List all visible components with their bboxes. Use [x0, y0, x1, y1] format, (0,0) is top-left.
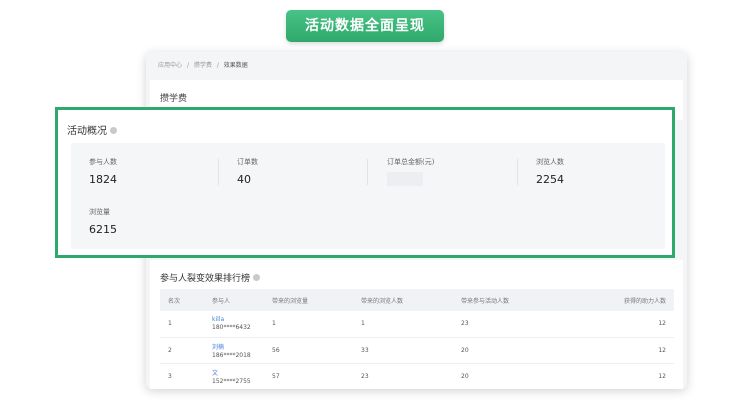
breadcrumb-current: 效果数据: [223, 62, 248, 69]
participant-name-link[interactable]: killa: [212, 316, 264, 323]
column-header-participant: 参与人: [204, 289, 264, 311]
cell-views: 1: [264, 311, 353, 338]
cell-helpers: 12: [563, 311, 674, 338]
participant-name-link[interactable]: 刘楠: [212, 342, 264, 351]
column-header-participants: 带来参与活动人数: [453, 289, 563, 311]
info-icon[interactable]: [110, 126, 117, 134]
feature-banner: 活动数据全面呈现: [286, 10, 444, 42]
cell-visitors: 23: [353, 363, 453, 389]
stat-orders: 订单数 40: [237, 157, 258, 186]
participant-phone: 152****2755: [212, 377, 251, 385]
breadcrumb: 应用中心 / 攒学费 / 效果数据: [158, 60, 251, 69]
table-row: 2 刘楠 186****2018 56 33 20 12: [160, 337, 674, 364]
cell-rank: 3: [160, 363, 204, 389]
cell-rank: 2: [160, 337, 204, 364]
table-row: 3 文 152****2755 57 23 20 12: [160, 363, 674, 389]
ranking-card: 参与人裂变效果排行榜 名次 参与人 带来的浏览量 带来的浏览人数 带来参与活动人…: [150, 260, 683, 389]
cell-helpers: 12: [563, 337, 674, 364]
breadcrumb-separator: /: [186, 62, 189, 69]
cell-visitors: 1: [353, 311, 453, 338]
cell-views: 57: [264, 363, 353, 389]
cell-helpers: 12: [563, 363, 674, 389]
ranking-table: 名次 参与人 带来的浏览量 带来的浏览人数 带来参与活动人数 获得的助力人数 1…: [160, 289, 674, 389]
stat-divider: [218, 159, 219, 185]
breadcrumb-app-center[interactable]: 应用中心: [158, 62, 182, 69]
cell-participants: 20: [453, 337, 563, 364]
stat-divider: [517, 159, 518, 185]
column-header-rank: 名次: [160, 289, 204, 311]
screenshot-stage: 活动数据全面呈现 应用中心 / 攒学费 / 效果数据 攒学费 参与人裂变效果排行…: [0, 0, 730, 411]
stat-pageviews: 浏览量 6215: [89, 207, 117, 236]
stat-value: 6215: [89, 223, 117, 236]
stat-participants: 参与人数 1824: [89, 157, 117, 186]
redacted-value: [387, 172, 423, 186]
stat-divider: [367, 159, 368, 185]
stat-label: 参与人数: [89, 158, 117, 166]
cell-participant: 文 152****2755: [204, 363, 264, 389]
cell-visitors: 33: [353, 337, 453, 364]
stat-visitors: 浏览人数 2254: [536, 157, 564, 186]
stat-label: 订单总金额(元): [387, 158, 435, 166]
participant-name-link[interactable]: 文: [212, 368, 264, 377]
column-header-views: 带来的浏览量: [264, 289, 353, 311]
breadcrumb-activity[interactable]: 攒学费: [194, 62, 212, 69]
table-header-row: 名次 参与人 带来的浏览量 带来的浏览人数 带来参与活动人数 获得的助力人数: [160, 289, 674, 311]
table-row: 1 killa 180****6432 1 1 23 12: [160, 311, 674, 338]
participant-phone: 186****2018: [212, 351, 251, 359]
cell-participants: 20: [453, 363, 563, 389]
participant-phone: 180****6432: [212, 324, 251, 332]
cell-participant: killa 180****6432: [204, 311, 264, 338]
stat-value: 2254: [536, 173, 564, 186]
overview-title: 活动概况: [67, 122, 117, 137]
stat-order-amount: 订单总金额(元): [387, 157, 434, 186]
stats-grid: 参与人数 1824 订单数 40 订单总金额(元) 浏览人数 2254 浏览量 …: [71, 143, 665, 249]
stat-label: 订单数: [237, 158, 258, 166]
stat-value: 1824: [89, 173, 117, 186]
column-header-helpers: 获得的助力人数: [563, 289, 674, 311]
cell-participant: 刘楠 186****2018: [204, 337, 264, 364]
stat-label: 浏览人数: [536, 158, 564, 166]
stat-label: 浏览量: [89, 208, 110, 216]
stat-value: 40: [237, 173, 251, 186]
cell-participants: 23: [453, 311, 563, 338]
cell-rank: 1: [160, 311, 204, 338]
breadcrumb-separator: /: [216, 62, 219, 69]
ranking-title-text: 参与人裂变效果排行榜: [160, 274, 251, 284]
overview-title-text: 活动概况: [67, 126, 107, 137]
ranking-title: 参与人裂变效果排行榜: [160, 271, 261, 284]
page-title: 攒学费: [160, 94, 188, 104]
cell-views: 56: [264, 337, 353, 364]
activity-overview-panel: 活动概况 参与人数 1824 订单数 40 订单总金额(元) 浏览人数 2254: [55, 107, 675, 258]
column-header-visitors: 带来的浏览人数: [353, 289, 453, 311]
info-icon[interactable]: [253, 274, 261, 281]
